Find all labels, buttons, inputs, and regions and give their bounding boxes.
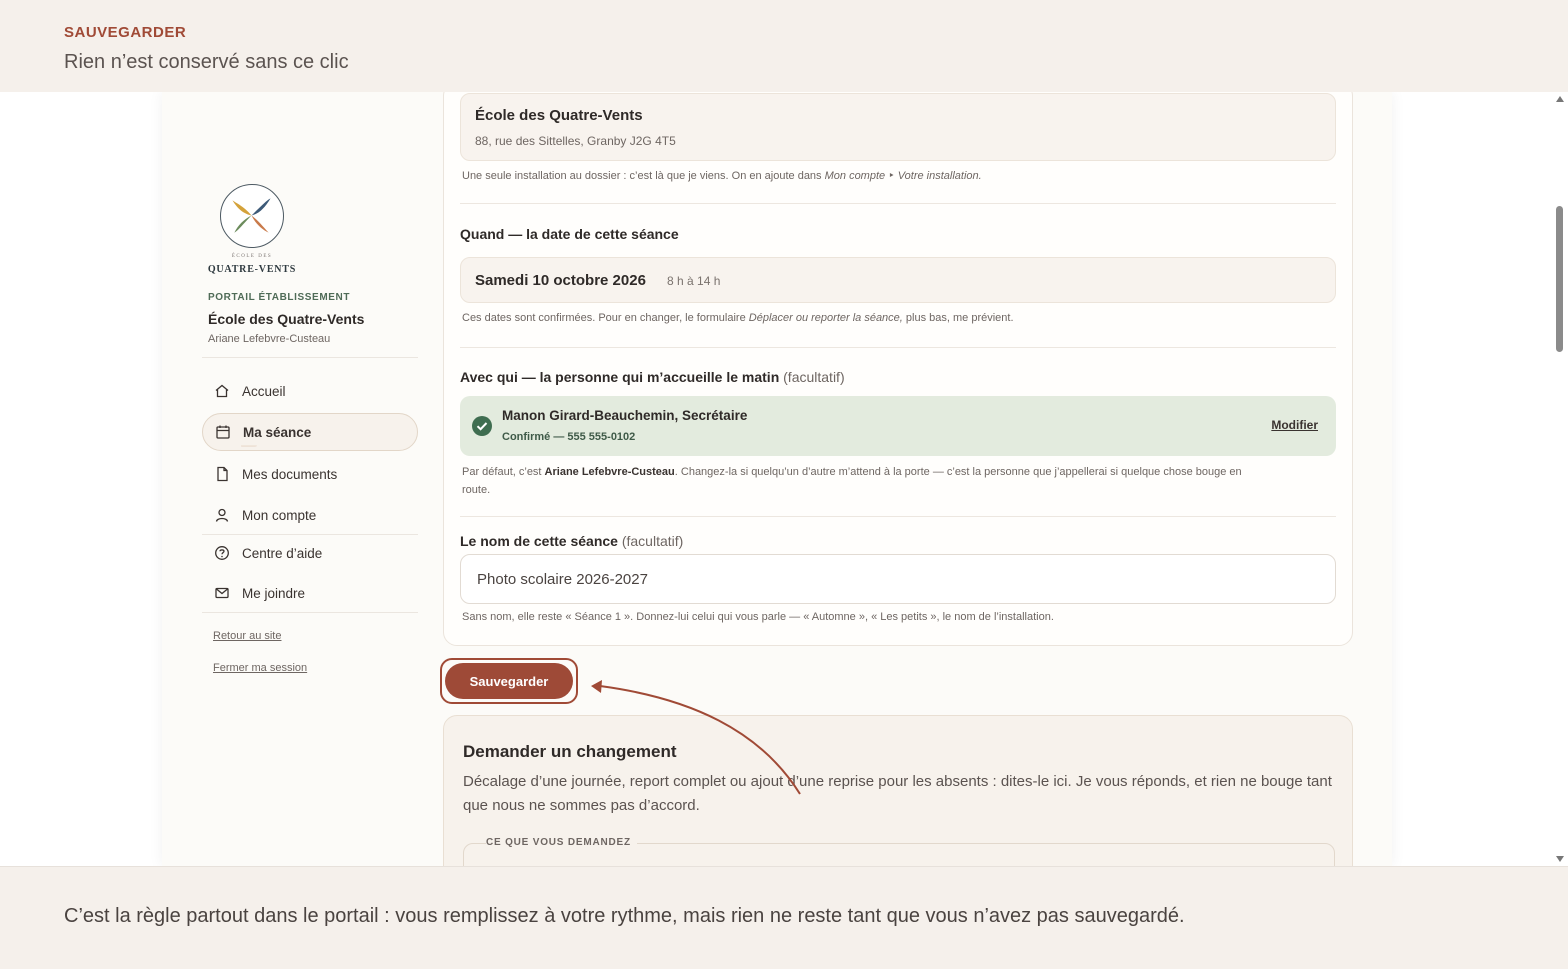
scroll-up-arrow-icon[interactable]: [1556, 96, 1564, 102]
location-title: École des Quatre-Vents: [475, 107, 643, 124]
section-divider: [460, 347, 1336, 348]
location-help-path: Mon compte ‣ Votre installation.: [824, 170, 982, 182]
sidebar: ÉCOLE DES QUATRE-VENTS PORTAIL ÉTABLISSE…: [162, 92, 432, 866]
school-logo: [220, 184, 284, 248]
sidebar-item-ma-seance[interactable]: Ma séance: [202, 413, 418, 451]
who-label-text: Avec qui — la personne qui m’accueille l…: [460, 369, 780, 385]
highlight-underline-marks: [241, 445, 257, 447]
sidebar-item-accueil[interactable]: Accueil: [202, 372, 418, 410]
change-request-description: Décalage d’une journée, report complet o…: [463, 773, 1332, 814]
name-label-text: Le nom de cette séance: [460, 533, 618, 549]
contact-name: Manon Girard-Beauchemin, Secrétaire: [502, 408, 748, 423]
mail-icon: [215, 587, 229, 599]
date-box: Samedi 10 octobre 2026 8 h à 14 h: [460, 257, 1336, 303]
sidebar-item-mes-documents[interactable]: Mes documents: [202, 455, 418, 493]
request-field-legend: CE QUE VOUS DEMANDEZ: [486, 837, 637, 848]
date-help-text: Ces dates sont confirmées. Pour en chang…: [462, 312, 749, 324]
location-box: École des Quatre-Vents 88, rue des Sitte…: [460, 93, 1336, 161]
session-name-input[interactable]: [460, 554, 1336, 604]
location-help: Une seule installation au dossier : c’es…: [462, 169, 982, 182]
annotation-footer-note: C’est la règle partout dans le portail :…: [64, 905, 1185, 927]
change-request-card: Demander un changement Décalage d’une jo…: [443, 715, 1353, 866]
save-button[interactable]: Sauvegarder: [445, 663, 573, 699]
who-label: Avec qui — la personne qui m’accueille l…: [460, 369, 845, 385]
sidebar-item-me-joindre[interactable]: Me joindre: [202, 574, 418, 612]
school-name: École des Quatre-Vents: [208, 311, 365, 327]
save-button-highlight: Sauvegarder: [440, 658, 578, 704]
date-help-form-name: Déplacer ou reporter la séance,: [748, 312, 903, 324]
annotation-kicker: SAUVEGARDER: [64, 24, 187, 41]
sidebar-item-label: Mon compte: [242, 507, 317, 523]
back-to-site-link[interactable]: Retour au site: [213, 630, 281, 642]
contact-help-line2: route.: [462, 484, 491, 496]
contact-card: Manon Girard-Beauchemin, Secrétaire Conf…: [460, 396, 1336, 456]
user-name: Ariane Lefebvre-Custeau: [208, 333, 331, 345]
contact-status: Confirmé — 555 555-0102: [502, 431, 636, 443]
sidebar-item-label: Centre d’aide: [242, 545, 323, 561]
when-label: Quand — la date de cette séance: [460, 226, 679, 242]
section-divider: [460, 516, 1336, 517]
session-date: Samedi 10 octobre 2026: [475, 272, 646, 289]
sidebar-divider: [202, 612, 418, 613]
logo-wordmark: QUATRE-VENTS: [207, 264, 297, 275]
sidebar-item-centre-aide[interactable]: Centre d’aide: [202, 534, 418, 572]
check-icon: [472, 416, 492, 436]
sidebar-item-mon-compte[interactable]: Mon compte: [202, 496, 418, 534]
name-optional: (facultatif): [621, 533, 684, 549]
logout-link[interactable]: Fermer ma session: [213, 662, 307, 674]
date-help: Ces dates sont confirmées. Pour en chang…: [462, 312, 1014, 324]
document-icon: [217, 466, 228, 482]
portal-label: PORTAIL ÉTABLISSEMENT: [208, 292, 351, 303]
annotation-footer: C’est la règle partout dans le portail :…: [0, 866, 1568, 969]
contact-help-default: Ariane Lefebvre-Custeau: [544, 466, 675, 478]
modify-contact-link[interactable]: Modifier: [1271, 418, 1318, 432]
sidebar-item-label: Accueil: [242, 383, 286, 399]
sidebar-item-label: Mes documents: [242, 466, 338, 482]
contact-help-text: Par défaut, c’est: [462, 466, 545, 478]
contact-help: Par défaut, c’est Ariane Lefebvre-Custea…: [462, 463, 1242, 499]
section-divider: [460, 203, 1336, 204]
location-help-text: Une seule installation au dossier : c’es…: [462, 170, 825, 182]
name-label: Le nom de cette séance (facultatif): [460, 533, 683, 549]
location-address: 88, rue des Sittelles, Granby J2G 4T5: [475, 134, 676, 148]
sidebar-divider: [202, 357, 418, 358]
scroll-down-arrow-icon[interactable]: [1556, 856, 1564, 862]
calendar-icon: [216, 425, 230, 439]
pinwheel-logo-icon: [232, 198, 271, 233]
annotation-header: SAUVEGARDER Rien n’est conservé sans ce …: [0, 0, 1568, 92]
portal-app: ÉCOLE DES QUATRE-VENTS PORTAIL ÉTABLISSE…: [162, 92, 1392, 866]
home-icon: [215, 384, 229, 398]
help-icon: [215, 546, 229, 560]
change-request-title: Demander un changement: [463, 742, 677, 761]
logo-small-text: ÉCOLE DES: [231, 254, 273, 259]
scroll-thumb[interactable]: [1556, 206, 1563, 352]
sidebar-item-label: Me joindre: [242, 585, 306, 601]
user-icon: [215, 508, 229, 522]
session-time: 8 h à 14 h: [667, 274, 721, 288]
who-optional: (facultatif): [783, 369, 845, 385]
name-help: Sans nom, elle reste « Séance 1 ». Donne…: [462, 611, 1054, 623]
page-scrollbar[interactable]: [1552, 92, 1568, 866]
annotation-subtitle: Rien n’est conservé sans ce clic: [64, 51, 349, 73]
contact-help-suffix: . Changez-la si quelqu’un d’autre m’atte…: [674, 466, 1242, 478]
date-help-suffix: plus bas, me prévient.: [902, 312, 1014, 324]
